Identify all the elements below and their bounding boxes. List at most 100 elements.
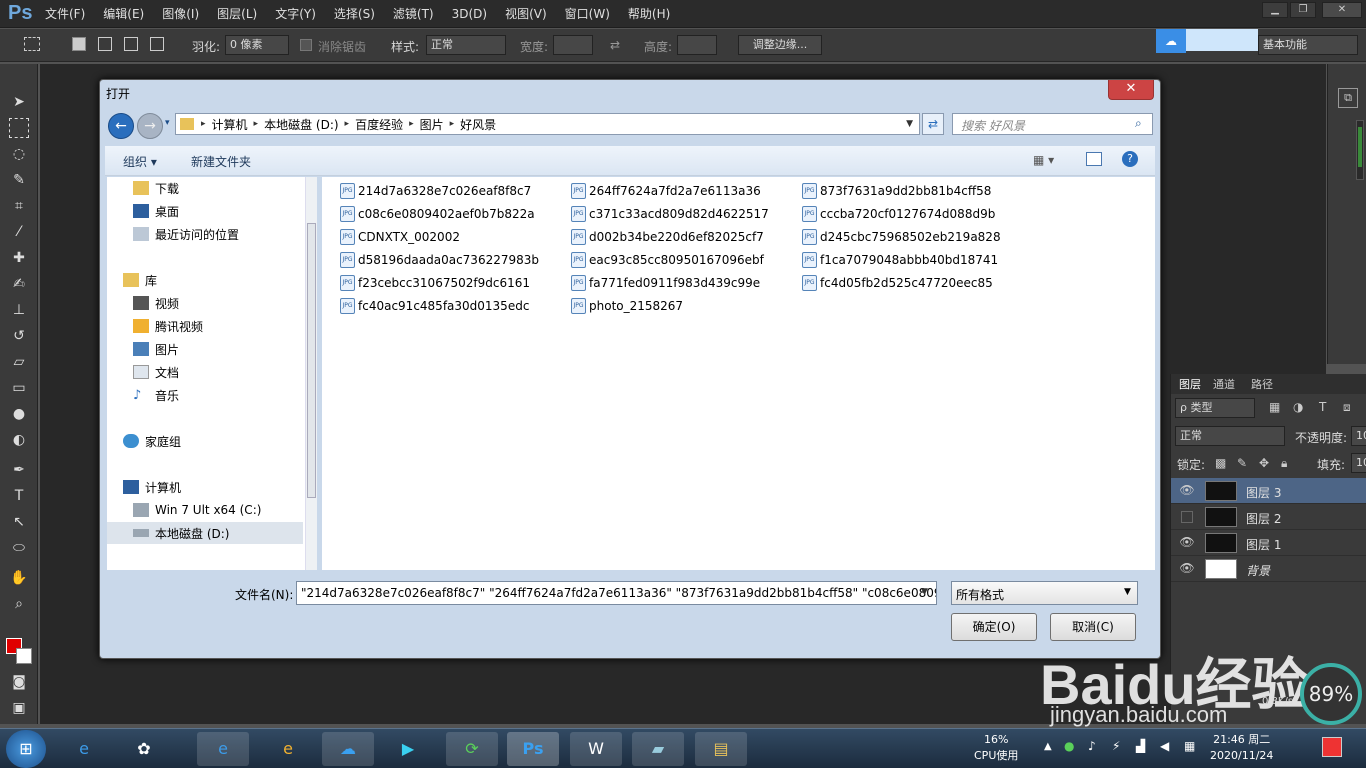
nav-item-desktop[interactable]: 桌面 xyxy=(133,200,179,222)
tray-ime-icon[interactable]: ▦ xyxy=(1184,739,1195,753)
file-type-select[interactable]: 所有格式 ▼ xyxy=(951,581,1138,605)
layer-row[interactable]: 👁︎ 图层 1 xyxy=(1171,530,1366,556)
marquee-tool-icon[interactable] xyxy=(24,37,40,51)
type-tool-icon[interactable]: T xyxy=(9,486,29,506)
gradient-icon[interactable]: ▭ xyxy=(9,378,29,398)
file-item[interactable]: JPG 264ff7624a7fd2a7e6113a36 xyxy=(571,181,791,201)
tray-power-icon[interactable]: ⚡ xyxy=(1112,739,1120,753)
address-bar[interactable]: ▸ 计算机 ▸ 本地磁盘 (D:) ▸ 百度经验 ▸ 图片 ▸ 好风景 ▼ xyxy=(175,113,920,135)
sync-icon[interactable]: ⟳ xyxy=(446,732,498,766)
dialog-close-button[interactable]: ✕ xyxy=(1108,80,1154,100)
file-item[interactable]: JPG fa771fed0911f983d439c99e xyxy=(571,273,791,293)
blur-tool-icon[interactable]: ● xyxy=(9,404,29,424)
back-arrow-icon[interactable]: ← xyxy=(108,113,134,139)
filename-input[interactable]: "214d7a6328e7c026eaf8f8c7" "264ff7624a7f… xyxy=(296,581,937,605)
file-item[interactable]: JPG cccba720cf0127674d088d9b xyxy=(802,204,1022,224)
refine-edge-button[interactable]: 调整边缘... xyxy=(738,35,822,55)
ie-icon[interactable]: e xyxy=(58,732,110,766)
nav-item-downloads[interactable]: 下载 xyxy=(133,177,179,199)
wps-icon[interactable]: W xyxy=(570,732,622,766)
file-item[interactable]: JPG photo_2158267 xyxy=(571,296,791,316)
action-center-icon[interactable] xyxy=(1322,737,1342,757)
feather-input[interactable]: 0 像素 xyxy=(225,35,289,55)
photoshop-taskbar-icon[interactable]: Ps xyxy=(507,732,559,766)
tray-volume-icon[interactable]: ◀ xyxy=(1160,739,1169,753)
fill-input[interactable]: 100 xyxy=(1351,453,1366,473)
breadcrumb-baidu[interactable]: 百度经验 xyxy=(352,116,406,133)
ie-icon-alt[interactable]: e xyxy=(262,732,314,766)
background-color-swatch[interactable] xyxy=(16,648,32,664)
file-item[interactable]: JPG CDNXTX_002002 xyxy=(340,227,560,247)
history-dropdown-icon[interactable]: ▾ xyxy=(165,118,170,128)
swap-icon[interactable]: ⇄ xyxy=(610,38,620,52)
breadcrumb-scenery[interactable]: 好风景 xyxy=(457,116,499,133)
screen-mode-icon[interactable]: ▣ xyxy=(9,698,29,718)
hand-tool-icon[interactable]: ✋ xyxy=(9,568,29,588)
lock-pixels-icon[interactable]: ▩ xyxy=(1215,456,1226,470)
menu-edit[interactable]: 编辑(E) xyxy=(94,0,153,28)
breadcrumb-computer[interactable]: 计算机 xyxy=(209,116,251,133)
nav-item-music[interactable]: ♪ 音乐 xyxy=(133,384,179,406)
minimize-button[interactable]: ▁ xyxy=(1262,2,1288,18)
nav-item-pictures[interactable]: 图片 xyxy=(133,338,179,360)
cloud-icon[interactable]: ☁ xyxy=(1156,29,1186,53)
file-item[interactable]: JPG c371c33acd809d82d4622517 xyxy=(571,204,791,224)
system-clock[interactable]: 21:46 周二 2020/11/24 xyxy=(1210,732,1273,764)
video-player-icon[interactable]: ▶ xyxy=(382,732,434,766)
panel-scrollbar[interactable] xyxy=(1356,120,1364,180)
tab-paths[interactable]: 路径 xyxy=(1251,376,1273,392)
stamp-tool-icon[interactable]: ⊥ xyxy=(9,300,29,320)
nav-item-library[interactable]: 库 xyxy=(123,269,157,291)
layer-row[interactable]: 👁︎ 图层 3 xyxy=(1171,478,1366,504)
lock-position-icon[interactable]: ✥ xyxy=(1259,456,1269,470)
file-item[interactable]: JPG c08c6e0809402aef0b7b822a xyxy=(340,204,560,224)
preview-pane-icon[interactable] xyxy=(1086,152,1102,166)
memory-gauge[interactable]: 89% xyxy=(1300,663,1362,725)
forward-arrow-icon[interactable]: → xyxy=(137,113,163,139)
visibility-eye-icon[interactable]: 👁︎ xyxy=(1179,561,1195,577)
nav-item-documents[interactable]: 文档 xyxy=(133,361,179,383)
filter-adjust-icon[interactable]: ◑ xyxy=(1293,400,1303,414)
eyedropper-icon[interactable]: ⁄ xyxy=(9,222,29,242)
lock-brush-icon[interactable]: ✎ xyxy=(1237,456,1247,470)
file-item[interactable]: JPG d002b34be220d6ef82025cf7 xyxy=(571,227,791,247)
filename-dropdown-icon[interactable]: ▼ xyxy=(921,587,928,597)
path-select-icon[interactable]: ↖ xyxy=(9,512,29,532)
file-item[interactable]: JPG 873f7631a9dd2bb81b4cff58 xyxy=(802,181,1022,201)
cancel-button[interactable]: 取消(C) xyxy=(1050,613,1136,641)
workspace-select[interactable]: 基本功能 xyxy=(1258,35,1358,55)
file-item[interactable]: JPG eac93c85cc80950167096ebf xyxy=(571,250,791,270)
new-folder-button[interactable]: 新建文件夹 xyxy=(191,153,251,170)
explorer-icon[interactable]: ▤ xyxy=(695,732,747,766)
lock-all-icon[interactable]: 🔒︎ xyxy=(1281,456,1287,471)
move-tool-icon[interactable]: ➤ xyxy=(9,92,29,112)
filter-image-icon[interactable]: ▦ xyxy=(1269,400,1280,414)
refresh-icon[interactable]: ⇄ xyxy=(922,113,944,135)
address-dropdown-icon[interactable]: ▼ xyxy=(906,119,913,129)
visibility-eye-icon[interactable]: 👁︎ xyxy=(1179,535,1195,551)
menu-file[interactable]: 文件(F) xyxy=(36,0,94,28)
menu-select[interactable]: 选择(S) xyxy=(325,0,384,28)
start-button[interactable]: ⊞ xyxy=(6,730,46,768)
tray-notify-icon[interactable]: ♪ xyxy=(1088,739,1096,753)
healing-brush-icon[interactable]: ✚ xyxy=(9,248,29,268)
file-item[interactable]: JPG fc4d05fb2d525c47720eec85 xyxy=(802,273,1022,293)
tab-layers[interactable]: 图层 xyxy=(1179,376,1201,392)
restore-button[interactable]: ❐ xyxy=(1290,2,1316,18)
file-item[interactable]: JPG f1ca7079048abbb40bd18741 xyxy=(802,250,1022,270)
visibility-toggle[interactable] xyxy=(1181,511,1193,523)
file-item[interactable]: JPG f23cebcc31067502f9dc6161 xyxy=(340,273,560,293)
view-options-icon[interactable]: ▦ ▾ xyxy=(1033,153,1054,167)
menu-view[interactable]: 视图(V) xyxy=(496,0,556,28)
blend-mode-select[interactable]: 正常 xyxy=(1175,426,1285,446)
menu-image[interactable]: 图像(I) xyxy=(153,0,208,28)
layer-filter-select[interactable]: ρ 类型 xyxy=(1175,398,1255,418)
height-input[interactable] xyxy=(677,35,717,55)
style-select[interactable]: 正常 xyxy=(426,35,506,55)
nav-item-homegroup[interactable]: 家庭组 xyxy=(123,430,181,452)
quick-select-icon[interactable]: ✎ xyxy=(9,170,29,190)
layer-row[interactable]: 图层 2 xyxy=(1171,504,1366,530)
lasso-tool-icon[interactable]: ◌ xyxy=(9,144,29,164)
tab-channels[interactable]: 通道 xyxy=(1213,376,1235,392)
baidu-netdisk-icon[interactable]: ☁ xyxy=(322,732,374,766)
